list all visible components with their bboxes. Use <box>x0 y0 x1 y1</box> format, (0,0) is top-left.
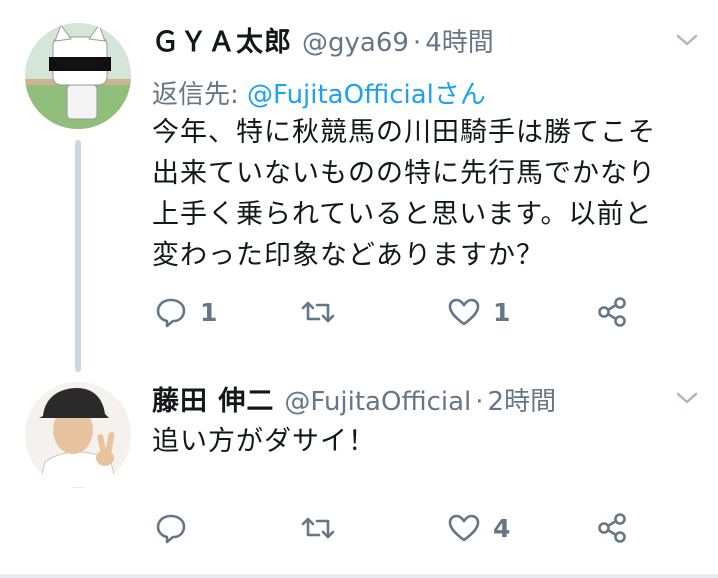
tweet1-text: 今年、特に秋競馬の川田騎手は勝てこそ 出来ていないものの特に先行馬でかなり 上手… <box>152 117 656 271</box>
share-icon <box>596 511 630 545</box>
reply-to-label: 返信先: <box>152 80 239 110</box>
share-button[interactable] <box>596 508 630 548</box>
chevron-down-icon[interactable] <box>672 388 702 408</box>
tweet2-header: 藤田 伸二 @FujitaOfficial · 2時間 <box>152 379 556 419</box>
tweet2-actions: 4 <box>154 508 634 548</box>
like-icon <box>447 295 481 329</box>
separator-dot: · <box>475 387 484 417</box>
like-count: 1 <box>493 297 511 327</box>
tweet1-actions: 1 1 <box>154 292 634 332</box>
like-button[interactable]: 1 <box>447 292 510 332</box>
author-handle[interactable]: @gya69 <box>302 28 409 58</box>
thread-connector <box>75 140 81 372</box>
tweet2-text: 追い方がダサイ！ <box>152 426 376 457</box>
reply-button[interactable]: 1 <box>154 292 217 332</box>
avatar-gya69[interactable] <box>25 23 131 129</box>
divider <box>0 574 718 578</box>
share-button[interactable] <box>596 292 630 332</box>
retweet-icon <box>299 295 337 329</box>
reply-icon <box>154 295 188 329</box>
reply-to-mention[interactable]: @FujitaOfficialさん <box>247 80 486 110</box>
separator-dot: · <box>412 28 422 58</box>
retweet-button[interactable] <box>299 508 349 548</box>
reply-icon <box>154 511 188 545</box>
share-icon <box>596 295 630 329</box>
timestamp[interactable]: 2時間 <box>488 381 557 418</box>
tweet1-header: ＧＹＡ太郎 @gya69 · 4時間 <box>152 20 494 60</box>
replying-to: 返信先: @FujitaOfficialさん <box>152 74 486 111</box>
avatar-fujitaofficial[interactable] <box>25 382 131 488</box>
author-name[interactable]: 藤田 伸二 <box>152 379 274 418</box>
author-name[interactable]: ＧＹＡ太郎 <box>152 20 292 59</box>
retweet-button[interactable] <box>299 292 349 332</box>
author-handle[interactable]: @FujitaOfficial <box>284 387 471 417</box>
chevron-down-icon[interactable] <box>672 30 702 50</box>
timestamp[interactable]: 4時間 <box>425 22 494 59</box>
reply-button[interactable] <box>154 508 200 548</box>
reply-count: 1 <box>200 297 218 327</box>
retweet-icon <box>299 511 337 545</box>
like-button[interactable]: 4 <box>447 508 510 548</box>
like-icon <box>447 511 481 545</box>
like-count: 4 <box>493 513 511 543</box>
